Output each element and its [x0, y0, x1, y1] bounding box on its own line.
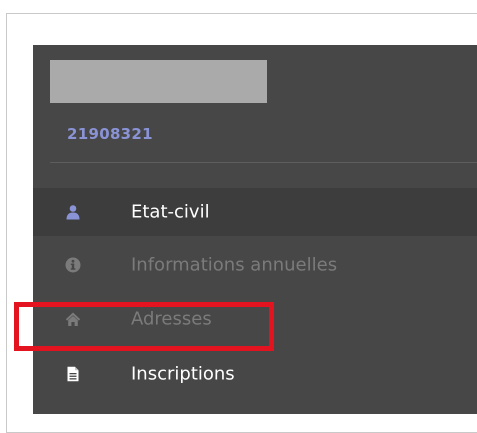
sidebar-divider — [50, 162, 477, 163]
student-name-redacted — [50, 60, 267, 103]
sidebar-item-label: Inscriptions — [131, 363, 235, 385]
user-icon — [66, 205, 80, 220]
sidebar-item-label: Informations annuelles — [131, 254, 338, 276]
sidebar-item-informations-annuelles[interactable]: Informations annuelles — [33, 241, 477, 289]
info-icon — [65, 257, 81, 273]
student-sidebar: 21908321 Etat-civil Informations annuell… — [33, 45, 477, 414]
sidebar-item-etat-civil[interactable]: Etat-civil — [33, 188, 477, 236]
home-icon — [65, 312, 81, 326]
sidebar-item-label: Adresses — [131, 308, 212, 330]
sidebar-item-label: Etat-civil — [131, 201, 210, 223]
student-id: 21908321 — [67, 125, 153, 143]
document-icon — [67, 366, 79, 382]
sidebar-item-inscriptions[interactable]: Inscriptions — [33, 350, 477, 398]
sidebar-item-adresses[interactable]: Adresses — [33, 295, 477, 343]
